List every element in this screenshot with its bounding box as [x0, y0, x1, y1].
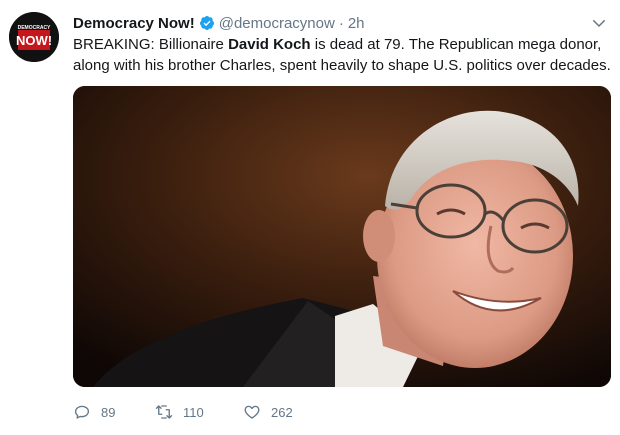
tweet-card[interactable]: DEMOCRACY NOW! Democracy Now! @democracy…	[0, 0, 620, 435]
like-button[interactable]: 262	[243, 403, 323, 421]
tweet-text-suffix: is dead at 79. The Republican mega donor…	[310, 36, 602, 53]
avatar-logo-top: DEMOCRACY	[18, 25, 51, 31]
tweet-text-prefix: BREAKING: Billionaire	[73, 36, 229, 53]
tweet-timestamp[interactable]: 2h	[348, 15, 365, 32]
retweet-button[interactable]: 110	[155, 403, 243, 421]
like-count: 262	[271, 404, 293, 420]
avatar-logo-bottom: NOW!	[16, 33, 52, 48]
tweet-actions: 89 110 262	[73, 402, 323, 422]
tweet-text-line-1: BREAKING: Billionaire David Koch is dead…	[73, 34, 603, 55]
account-handle[interactable]: @democracynow	[219, 15, 335, 32]
retweet-icon	[155, 405, 173, 419]
tweet-photo[interactable]	[73, 86, 611, 387]
tweet-text: BREAKING: Billionaire David Koch is dead…	[73, 34, 611, 76]
account-name[interactable]: Democracy Now!	[73, 15, 195, 32]
reply-count: 89	[101, 404, 116, 420]
avatar[interactable]: DEMOCRACY NOW!	[9, 12, 59, 62]
heart-icon	[244, 405, 260, 419]
portrait-photo	[73, 86, 611, 387]
verified-badge-icon	[199, 15, 215, 31]
reply-button[interactable]: 89	[73, 403, 155, 421]
retweet-count: 110	[183, 404, 204, 420]
separator-dot: ·	[338, 14, 344, 32]
tweet-text-line-2: along with his brother Charles, spent he…	[73, 57, 611, 74]
democracy-now-logo-icon: DEMOCRACY NOW!	[9, 12, 59, 62]
chevron-down-icon[interactable]	[590, 14, 608, 32]
tweet-text-name: David Koch	[228, 36, 311, 53]
tweet-header: Democracy Now! @democracynow · 2h	[73, 13, 365, 33]
reply-icon	[74, 405, 90, 419]
